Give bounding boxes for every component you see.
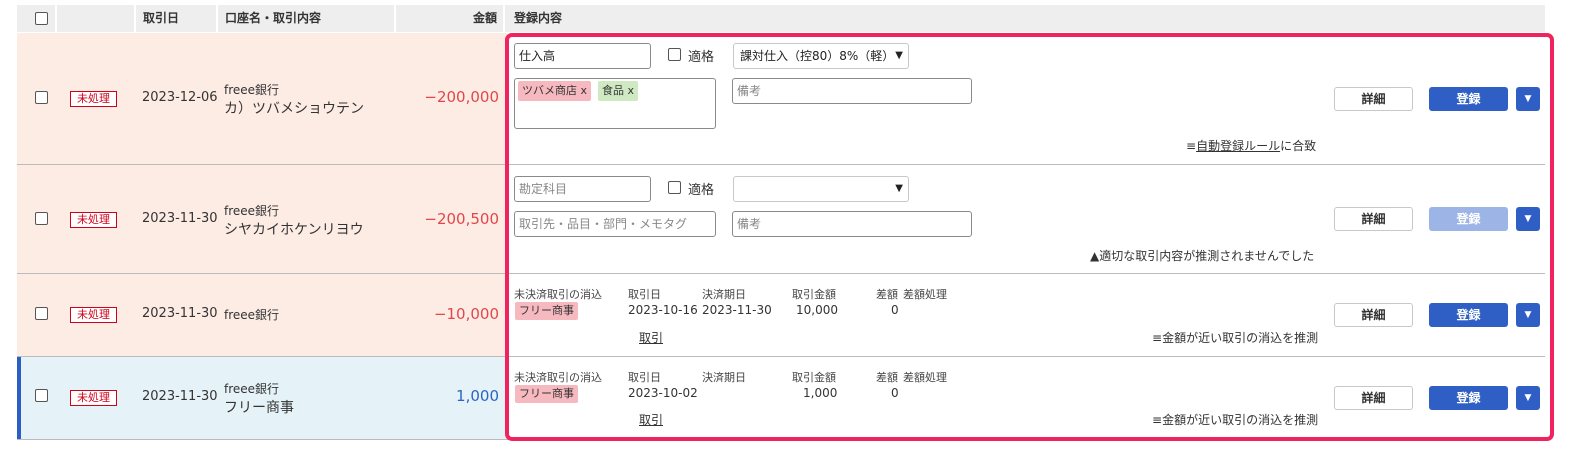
register-button[interactable]: 登録 <box>1429 207 1508 231</box>
register-button[interactable]: 登録 <box>1429 303 1508 327</box>
register-button[interactable]: 登録 <box>1429 87 1508 111</box>
col-trade-date: 取引日 <box>628 288 661 301</box>
chevron-down-icon: ▼ <box>895 50 903 61</box>
rule-note: ≡自動登録ルールに合致 <box>1186 139 1317 153</box>
transaction-date: 2023-11-30 <box>142 306 218 321</box>
header-registration: 登録内容 <box>514 11 563 25</box>
select-all-checkbox[interactable] <box>35 12 48 25</box>
tax-select-value: 課対仕入（控80）8%（軽） <box>740 49 895 63</box>
qualified-checkbox[interactable] <box>668 181 681 194</box>
diff-value: 0 <box>891 303 899 317</box>
col-diff: 差額 <box>876 288 898 301</box>
detail-button[interactable]: 詳細 <box>1334 87 1413 111</box>
account-item-input[interactable]: 勘定科目 <box>514 176 651 202</box>
detail-button[interactable]: 詳細 <box>1334 303 1413 327</box>
partner-tag[interactable]: ツバメ商店 x <box>518 81 592 101</box>
col-trade-amount: 取引金額 <box>792 371 836 384</box>
status-badge: 未処理 <box>70 307 117 323</box>
item-tag[interactable]: 食品 x <box>598 81 639 101</box>
qualified-checkbox[interactable] <box>668 48 681 61</box>
list-check-icon: ≡ <box>1152 331 1163 345</box>
register-button[interactable]: 登録 <box>1429 386 1508 410</box>
transaction-date: 2023-12-06 <box>142 90 218 105</box>
diff-value: 0 <box>891 386 899 400</box>
trade-amount-value: 1,000 <box>803 386 838 400</box>
trade-date-value: 2023-10-02 <box>628 386 698 400</box>
register-dropdown-button[interactable]: ▼ <box>1516 303 1540 327</box>
row-checkbox[interactable] <box>35 389 48 402</box>
col-trade-date: 取引日 <box>628 371 661 384</box>
bank-name: freee銀行 <box>224 382 280 396</box>
transaction-date: 2023-11-30 <box>142 389 218 404</box>
register-dropdown-button[interactable]: ▼ <box>1516 386 1540 410</box>
bank-name: freee銀行 <box>224 83 280 97</box>
transaction-date: 2023-11-30 <box>142 211 218 226</box>
table-header: 取引日 口座名・取引内容 金額 登録内容 <box>17 5 1545 32</box>
warning-icon: ▲ <box>1090 249 1100 263</box>
row-checkbox[interactable] <box>35 307 48 320</box>
tax-select[interactable]: 課対仕入（控80）8%（軽） ▼ <box>733 43 909 69</box>
col-due-date: 決済期日 <box>702 371 746 384</box>
tag-input[interactable]: 取引先・品目・部門・メモタグ <box>514 211 716 237</box>
status-badge: 未処理 <box>70 390 117 406</box>
amount: −200,000 <box>424 88 499 106</box>
detail-button[interactable]: 詳細 <box>1334 207 1413 231</box>
auto-rule-link[interactable]: 自動登録ルール <box>1196 139 1280 153</box>
row-checkbox[interactable] <box>35 212 48 225</box>
reconcile-guess-note: ≡金額が近い取引の消込を推測 <box>1152 413 1319 427</box>
header-account[interactable]: 口座名・取引内容 <box>225 5 321 32</box>
chevron-down-icon: ▼ <box>895 183 903 194</box>
list-check-icon: ≡ <box>1152 413 1163 427</box>
col-trade-amount: 取引金額 <box>792 288 836 301</box>
col-diff: 差額 <box>876 371 898 384</box>
reconcile-partner-tag: フリー商事 <box>515 385 578 403</box>
tax-select[interactable]: ▼ <box>733 176 909 202</box>
due-date-value: 2023-11-30 <box>702 303 772 317</box>
amount: −10,000 <box>433 305 499 323</box>
register-dropdown-button[interactable]: ▼ <box>1516 87 1540 111</box>
guess-failed-note: ▲適切な取引内容が推測されませんでした <box>1090 249 1315 263</box>
account-item-input[interactable]: 仕入高 <box>514 43 651 69</box>
memo-input[interactable]: 備考 <box>732 211 972 237</box>
qualified-label: 適格 <box>688 183 715 198</box>
header-amount[interactable]: 金額 <box>473 5 497 32</box>
trade-date-value: 2023-10-16 <box>628 303 698 317</box>
trade-amount-value: 10,000 <box>796 303 838 317</box>
selected-indicator <box>17 357 21 439</box>
reconcile-title: 未決済取引の消込 <box>514 371 602 384</box>
register-dropdown-button[interactable]: ▼ <box>1516 207 1540 231</box>
col-due-date: 決済期日 <box>702 288 746 301</box>
header-date[interactable]: 取引日 <box>143 5 179 32</box>
col-diff-processing: 差額処理 <box>903 371 947 384</box>
reconcile-title: 未決済取引の消込 <box>514 288 602 301</box>
transaction-description: フリー商事 <box>224 400 294 416</box>
col-diff-processing: 差額処理 <box>903 288 947 301</box>
detail-button[interactable]: 詳細 <box>1334 386 1413 410</box>
reconcile-guess-note: ≡金額が近い取引の消込を推測 <box>1152 331 1319 345</box>
row-checkbox[interactable] <box>35 91 48 104</box>
status-badge: 未処理 <box>70 212 117 228</box>
bank-name: freee銀行 <box>224 308 280 322</box>
reconcile-partner-tag: フリー商事 <box>515 302 578 320</box>
list-check-icon: ≡ <box>1186 139 1197 153</box>
memo-input[interactable]: 備考 <box>732 78 972 104</box>
bank-name: freee銀行 <box>224 204 280 218</box>
qualified-label: 適格 <box>688 50 715 65</box>
trade-link[interactable]: 取引 <box>639 411 663 428</box>
amount: 1,000 <box>456 387 499 405</box>
amount: −200,500 <box>424 210 499 228</box>
trade-link[interactable]: 取引 <box>639 329 663 346</box>
status-badge: 未処理 <box>70 91 117 107</box>
